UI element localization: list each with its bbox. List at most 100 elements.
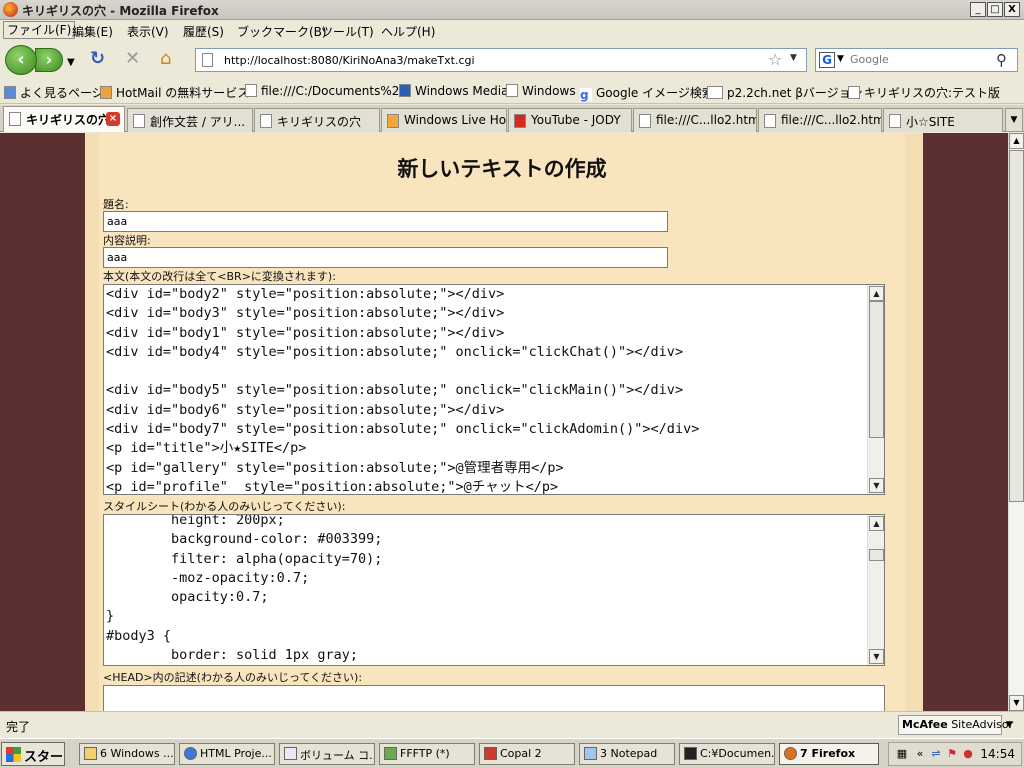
tab-item[interactable]: file:///C...llo2.html xyxy=(758,108,882,132)
windows-media-icon xyxy=(399,84,411,97)
page-panel: 新しいテキストの作成 題名: 内容説明: 本文(本文の改行は全て<BR>に変換さ… xyxy=(85,133,923,711)
tab-item[interactable]: file:///C...llo2.html xyxy=(633,108,757,132)
taskbar-label: HTML Proje... xyxy=(200,747,272,760)
tab-item[interactable]: 小☆SITE xyxy=(883,108,1003,132)
tab-item[interactable]: Windows Live Ho... xyxy=(381,108,507,132)
bookmark-item[interactable]: HotMail の無料サービス xyxy=(100,84,249,101)
bookmark-item[interactable]: p2.2ch.net βバージョン xyxy=(707,84,863,101)
taskbar-item-firefox-active[interactable]: 7 Firefox xyxy=(779,743,879,765)
bookmark-label: よく見るページ xyxy=(20,86,104,100)
back-button[interactable]: ‹ xyxy=(5,45,37,75)
home-icon[interactable]: ⌂ xyxy=(160,50,171,68)
bookmark-item[interactable]: キリギリスの穴:テスト版 xyxy=(848,84,1000,101)
scroll-thumb[interactable] xyxy=(1009,150,1024,502)
bookmark-item[interactable]: file:///C:/Documents%2... xyxy=(245,84,411,98)
scroll-down-arrow[interactable]: ▼ xyxy=(869,478,884,493)
engine-dropdown-icon[interactable]: ▼ xyxy=(837,54,844,64)
taskbar-item[interactable]: 3 Notepad xyxy=(579,743,675,765)
mcafee-siteadvisor-button[interactable]: McAfee SiteAdvisor xyxy=(898,715,1013,735)
siteadvisor-dropdown-icon[interactable]: ▼ xyxy=(1006,720,1013,730)
flag-icon[interactable]: ⚑ xyxy=(945,747,959,761)
forward-button[interactable]: › xyxy=(35,48,63,72)
search-input[interactable] xyxy=(850,53,990,66)
taskbar-item[interactable]: HTML Proje... xyxy=(179,743,275,765)
scroll-up-arrow[interactable]: ▲ xyxy=(869,516,884,531)
firefox-icon xyxy=(784,747,797,760)
taskbar: スタート 6 Windows ... HTML Proje... ボリューム コ… xyxy=(0,738,1024,768)
scroll-thumb[interactable] xyxy=(869,301,884,438)
ffftp-icon xyxy=(384,747,397,760)
url-input[interactable] xyxy=(224,52,744,68)
keyboard-icon[interactable]: ▦ xyxy=(895,747,909,761)
tab-kirigirisu-active[interactable]: キリギリスの穴 × xyxy=(3,106,125,132)
window-scrollbar[interactable]: ▲ ▼ xyxy=(1008,133,1024,711)
body-text: <div id="body2" style="position:absolute… xyxy=(106,286,700,495)
scroll-thumb[interactable] xyxy=(869,549,884,561)
tab-bar: キリギリスの穴 × 創作文芸 / アリ... キリギリスの穴 Windows L… xyxy=(0,105,1024,132)
taskbar-item[interactable]: Copal 2 xyxy=(479,743,575,765)
bookmark-label: キリギリスの穴:テスト版 xyxy=(864,86,1001,100)
tab-item[interactable]: YouTube - JODY xyxy=(508,108,632,132)
description-input[interactable] xyxy=(103,247,668,268)
tab-label: 小☆SITE xyxy=(906,115,955,129)
search-bar[interactable]: G ▼ ⚲ xyxy=(815,48,1018,72)
google-engine-icon[interactable]: G xyxy=(819,52,835,68)
close-button[interactable]: X xyxy=(1004,2,1020,17)
stylesheet-textarea[interactable]: height: 200px; background-color: #003399… xyxy=(103,514,885,666)
mcafee-icon[interactable]: ● xyxy=(961,747,975,761)
form-panel: 新しいテキストの作成 題名: 内容説明: 本文(本文の改行は全て<BR>に変換さ… xyxy=(99,133,905,711)
scroll-down-arrow[interactable]: ▼ xyxy=(1009,695,1024,711)
bookmark-star-icon[interactable]: ☆ xyxy=(768,50,782,69)
scroll-up-arrow[interactable]: ▲ xyxy=(869,286,884,301)
bookmark-item[interactable]: Windows Media xyxy=(399,84,508,98)
volume-icon xyxy=(284,747,297,760)
bookmark-item[interactable]: Windows xyxy=(506,84,576,98)
scroll-down-arrow[interactable]: ▼ xyxy=(869,649,884,664)
taskbar-item[interactable]: ボリューム コ... xyxy=(279,743,375,765)
stylesheet-scrollbar[interactable]: ▲ ▼ xyxy=(867,515,884,665)
clock: 14:54 xyxy=(980,747,1015,761)
bookmark-item[interactable]: よく見るページ xyxy=(4,84,104,101)
body-textarea[interactable]: <div id="body2" style="position:absolute… xyxy=(103,284,885,495)
menu-view[interactable]: 表示(V) xyxy=(127,23,169,40)
title-input[interactable] xyxy=(103,211,668,232)
taskbar-item[interactable]: 6 Windows ... xyxy=(79,743,175,765)
head-textarea[interactable] xyxy=(103,685,885,711)
network-icon[interactable]: ⇌ xyxy=(929,747,943,761)
tab-item[interactable]: キリギリスの穴 xyxy=(254,108,380,132)
windows-logo-icon xyxy=(6,747,21,762)
menu-tools[interactable]: ツール(T) xyxy=(321,23,374,40)
minimize-button[interactable]: _ xyxy=(970,2,986,17)
tab-close-icon[interactable]: × xyxy=(106,112,120,126)
expand-tray-icon[interactable]: « xyxy=(913,747,927,761)
menu-edit[interactable]: 編集(E) xyxy=(72,23,113,40)
copal-icon xyxy=(484,747,497,760)
scroll-up-arrow[interactable]: ▲ xyxy=(1009,133,1024,149)
maximize-button[interactable]: □ xyxy=(987,2,1003,17)
window-title: キリギリスの穴 - Mozilla Firefox xyxy=(22,4,219,18)
tab-list-dropdown-icon[interactable]: ▼ xyxy=(1005,108,1023,132)
taskbar-item[interactable]: FFFTP (*) xyxy=(379,743,475,765)
menu-bookmarks[interactable]: ブックマーク(B) xyxy=(237,23,327,40)
bookmark-item[interactable]: g Google イメージ検索 xyxy=(580,84,714,102)
start-button[interactable]: スタート xyxy=(1,742,65,766)
tab-item[interactable]: 創作文芸 / アリ... xyxy=(127,108,253,132)
navigation-toolbar: › ‹ ▼ ↻ ✕ ⌂ ☆ ▼ G ▼ ⚲ xyxy=(0,41,1024,79)
bookmark-label: Windows xyxy=(522,84,576,98)
url-bar[interactable]: ☆ ▼ xyxy=(195,48,807,72)
menu-history[interactable]: 履歴(S) xyxy=(183,23,224,40)
title-bar: キリギリスの穴 - Mozilla Firefox _ □ X xyxy=(0,0,1024,20)
stop-icon[interactable]: ✕ xyxy=(125,50,140,68)
menu-help[interactable]: ヘルプ(H) xyxy=(381,23,435,40)
command-prompt-icon xyxy=(684,747,697,760)
body-scrollbar[interactable]: ▲ ▼ xyxy=(867,285,884,494)
search-icon[interactable]: ⚲ xyxy=(996,51,1007,69)
taskbar-label: 3 Notepad xyxy=(600,747,658,760)
bookmark-label: p2.2ch.net βバージョン xyxy=(727,86,863,100)
taskbar-item[interactable]: C:¥Documen... xyxy=(679,743,775,765)
menu-file[interactable]: ファイル(F) xyxy=(3,21,76,39)
history-dropdown-icon[interactable]: ▼ xyxy=(67,54,75,72)
reload-icon[interactable]: ↻ xyxy=(90,50,105,68)
windows-live-icon xyxy=(387,114,399,128)
url-dropdown-icon[interactable]: ▼ xyxy=(790,53,797,63)
